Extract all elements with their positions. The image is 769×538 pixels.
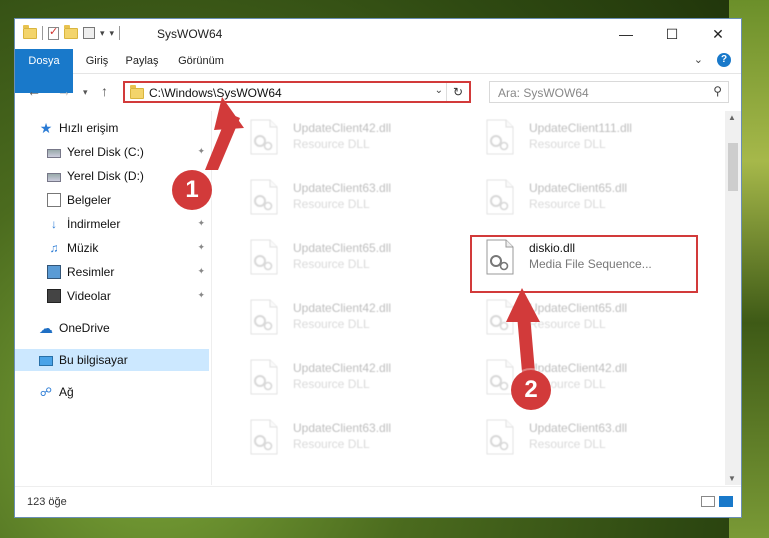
arrow-1 xyxy=(205,97,244,170)
arrow-2 xyxy=(506,288,540,372)
callout-step-1: 1 xyxy=(172,170,212,210)
callout-step-2: 2 xyxy=(511,370,551,410)
annotation-arrows xyxy=(205,97,540,372)
